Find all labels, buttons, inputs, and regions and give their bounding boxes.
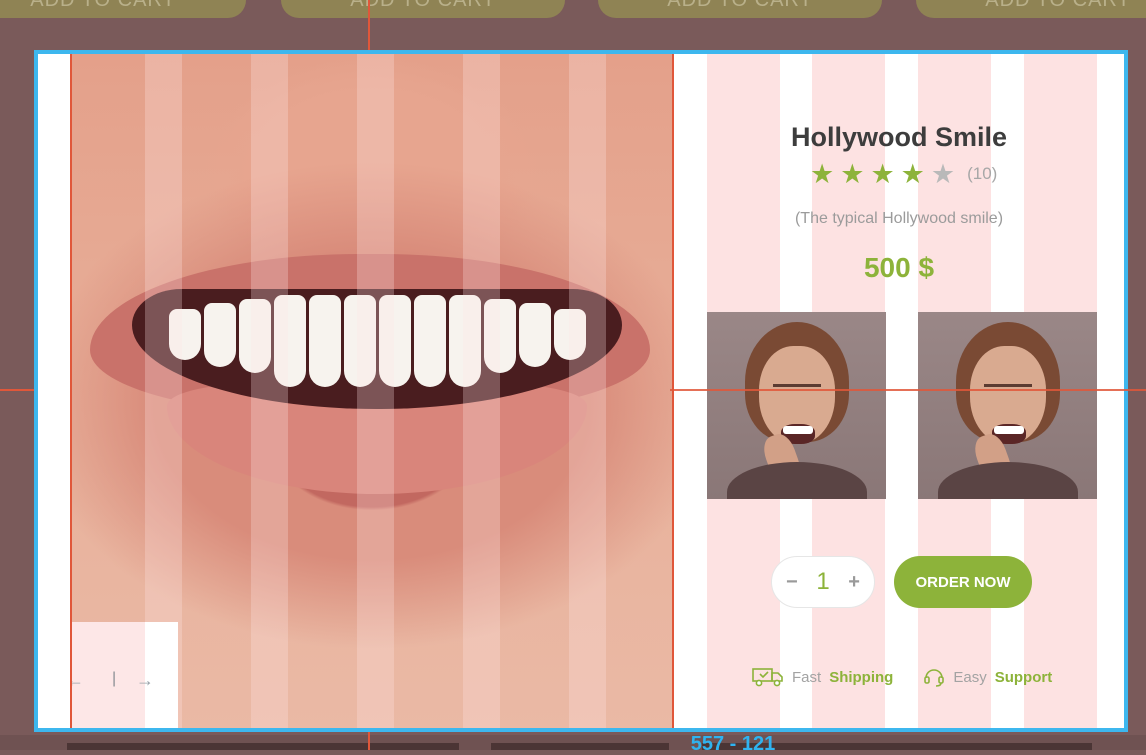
gallery-navigation: ← | → xyxy=(72,622,178,728)
star-icon: ★ xyxy=(840,159,865,189)
order-now-button[interactable]: ORDER NOW xyxy=(894,556,1032,608)
add-to-cart-button[interactable]: ADD TO CART xyxy=(598,0,882,18)
minus-icon[interactable]: − xyxy=(786,571,798,594)
shipping-prefix: Fast xyxy=(792,668,822,686)
guide-line xyxy=(368,0,370,50)
guide-line xyxy=(368,732,370,750)
feature-shipping: Fast Shipping xyxy=(752,666,893,688)
product-price: 500 $ xyxy=(863,252,935,283)
product-rating: ★ ★ ★ ★ ★ (10) xyxy=(810,160,997,188)
background-price: 557 - 121 xyxy=(690,733,776,755)
shipping-label: Shipping xyxy=(829,668,894,686)
guide-line xyxy=(0,389,34,391)
quantity-value[interactable]: 1 xyxy=(816,568,829,596)
product-subtitle: (The typical Hollywood smile) xyxy=(794,210,1004,227)
product-main-image: ← | → xyxy=(70,54,674,728)
star-icon: ★ xyxy=(930,159,956,189)
star-icon: ★ xyxy=(810,159,835,189)
add-to-cart-button[interactable]: ADD TO CART xyxy=(281,0,565,18)
support-prefix: Easy xyxy=(953,668,987,686)
truck-icon xyxy=(752,668,783,687)
star-icon: ★ xyxy=(900,159,925,189)
product-info-panel: Hollywood Smile ★ ★ ★ ★ ★ (10) (The typi… xyxy=(674,54,1124,728)
product-thumbnail[interactable] xyxy=(918,312,1097,499)
plus-icon[interactable]: + xyxy=(848,571,860,594)
headset-icon xyxy=(924,669,945,687)
add-to-cart-button[interactable]: ADD TO CART xyxy=(0,0,246,18)
background-bottom-row: 557 - 121 xyxy=(0,733,1146,755)
product-features: Fast Shipping Easy Support xyxy=(752,666,1052,688)
nav-separator: | xyxy=(112,670,117,687)
arrow-left-icon[interactable]: ← xyxy=(72,670,84,691)
product-title: Hollywood Smile xyxy=(790,122,1008,152)
add-to-cart-button[interactable]: ADD TO CART xyxy=(916,0,1146,18)
background-product-row: ADD TO CART ADD TO CART ADD TO CART ADD … xyxy=(0,0,1146,50)
support-label: Support xyxy=(994,668,1053,686)
arrow-right-icon[interactable]: → xyxy=(136,670,154,691)
star-icon: ★ xyxy=(870,159,895,189)
quick-view-modal: ← | → Hollywood Smile ★ ★ ★ ★ ★ (10) (Th… xyxy=(34,50,1128,732)
quantity-stepper: − 1 + xyxy=(771,556,875,608)
product-thumbnail[interactable] xyxy=(707,312,886,499)
feature-support: Easy Support xyxy=(923,666,1052,688)
guide-line xyxy=(670,389,1146,391)
rating-count: (10) xyxy=(967,164,998,183)
